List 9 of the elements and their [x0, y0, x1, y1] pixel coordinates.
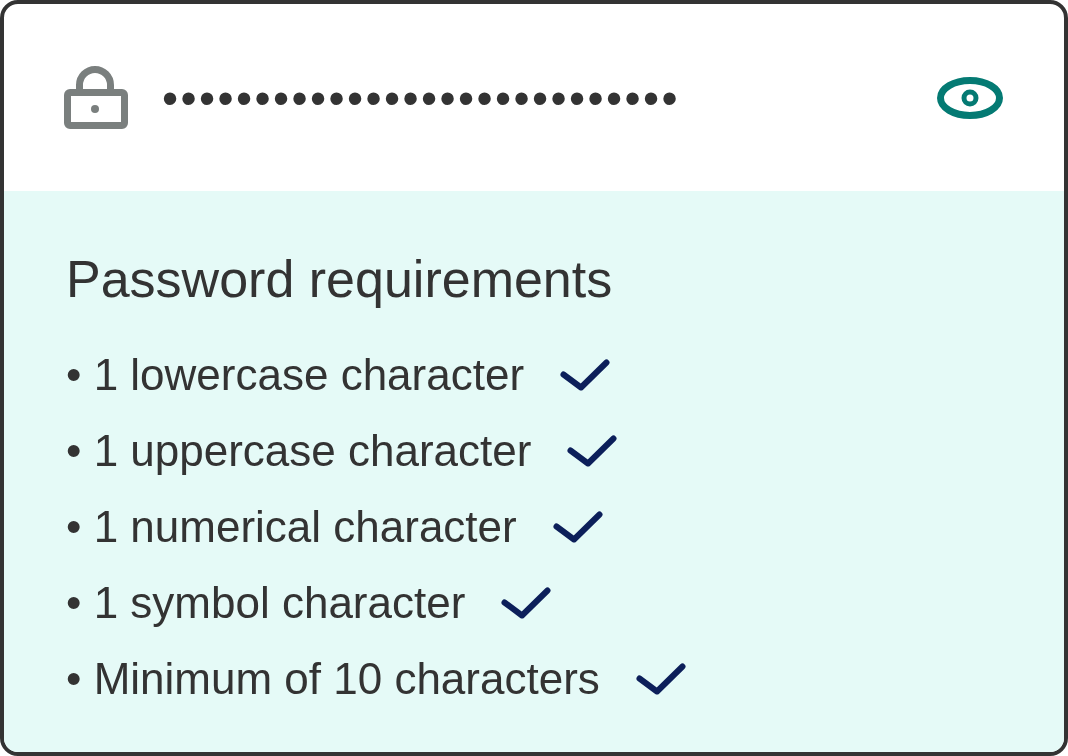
eye-icon[interactable]: [937, 76, 1003, 119]
requirement-text: • 1 uppercase character: [66, 425, 532, 478]
requirement-text: • Minimum of 10 characters: [66, 653, 600, 706]
requirement-text: • 1 symbol character: [66, 577, 466, 630]
requirements-heading: Password requirements: [66, 249, 614, 310]
requirement-text: • 1 lowercase character: [66, 349, 525, 402]
requirement-text: • 1 numerical character: [66, 501, 517, 554]
password-field[interactable]: ••••••••••••••••••••••••••••: [162, 69, 722, 126]
lock-icon: [64, 66, 128, 129]
